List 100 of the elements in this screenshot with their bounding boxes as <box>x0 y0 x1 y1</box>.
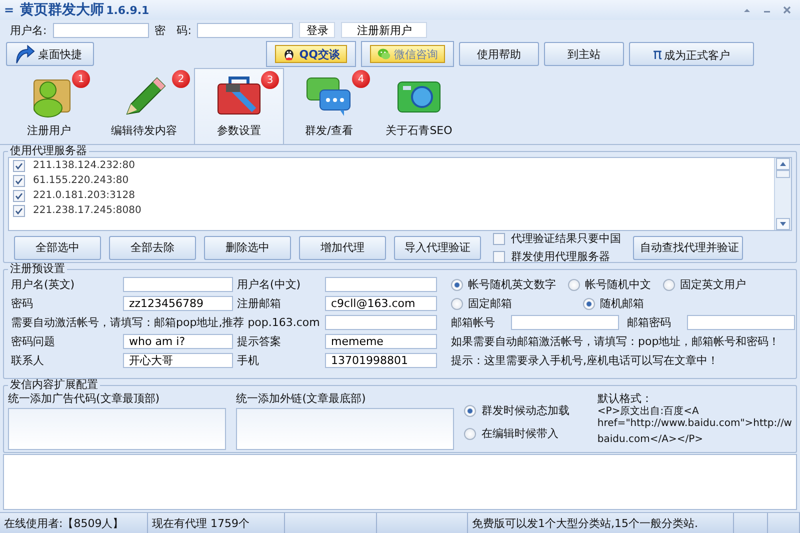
field-label: 密码问题 <box>11 334 56 349</box>
tab[interactable]: 3 参数设置 <box>194 68 284 144</box>
radio-label: 帐号随机中文 <box>585 277 651 292</box>
badge: 3 <box>261 71 279 89</box>
login-button[interactable]: 登录 <box>299 22 336 38</box>
group-title: 发信内容扩展配置 <box>9 379 99 391</box>
desktop-shortcut-button[interactable]: 桌面快捷 <box>6 42 94 66</box>
input-field[interactable]: c9cll@163.com <box>325 296 437 311</box>
tab[interactable]: 4 群发/查看 <box>284 68 374 144</box>
close-icon[interactable] <box>782 5 792 15</box>
username-label: 用户名: <box>10 22 47 38</box>
become-customer-button[interactable]: π 成为正式客户 <box>629 42 754 66</box>
hint-text: 如果需要自动邮箱激活帐号，请填写：pop地址，邮箱帐号和密码！ <box>451 334 780 349</box>
tab[interactable]: 1 注册用户 <box>4 68 94 144</box>
scrollbar[interactable] <box>774 158 791 230</box>
field-label: 注册邮箱 <box>237 296 282 311</box>
input-field[interactable] <box>325 277 437 292</box>
radio-label: 群发时候动态加载 <box>481 403 570 418</box>
field-label: 用户名(中文) <box>237 277 302 292</box>
username-field[interactable] <box>52 22 149 38</box>
hint-text: 提示：这里需要录入手机号,座机电话可以写在文章中！ <box>451 353 718 368</box>
input-field[interactable]: 13701998801 <box>325 353 437 368</box>
scroll-down-icon[interactable] <box>776 218 790 230</box>
field-label: 用户名(英文) <box>11 277 76 292</box>
radio-label: 随机邮箱 <box>600 296 644 311</box>
pi-icon: π <box>652 45 662 63</box>
proxy-address: 221.238.17.245:8080 <box>33 205 142 216</box>
radio-label: 固定邮箱 <box>468 296 512 311</box>
menu-glyph[interactable]: = <box>4 3 14 17</box>
radio-button[interactable] <box>451 298 463 310</box>
tab[interactable]: 关于石青SEO <box>374 68 464 144</box>
proxy-address: 221.0.181.203:3128 <box>33 190 135 201</box>
tab[interactable]: 2 编辑待发内容 <box>94 68 194 144</box>
curved-arrow-icon <box>13 43 35 65</box>
password-label: 密 码: <box>154 22 192 38</box>
scroll-thumb[interactable] <box>776 170 790 178</box>
checkbox[interactable] <box>493 250 505 262</box>
password-field[interactable] <box>197 22 294 38</box>
input-field[interactable] <box>325 315 437 330</box>
input-field[interactable] <box>123 277 233 292</box>
radio-button[interactable] <box>451 278 463 290</box>
field-label: 联系人 <box>11 353 45 368</box>
field-label: 邮箱密码 <box>627 315 672 330</box>
checkbox[interactable] <box>493 232 505 244</box>
status-text: 免费版可以发1个大型分类站,15个一般分类站. <box>468 513 734 533</box>
main-site-button[interactable]: 到主站 <box>544 42 624 66</box>
input-field[interactable]: 开心大哥 <box>123 353 233 368</box>
field-label: 提示答案 <box>237 334 282 349</box>
checkbox-label: 群发使用代理服务器 <box>511 249 610 264</box>
proxy-action-button[interactable]: 删除选中 <box>204 236 291 260</box>
checkbox-label: 代理验证结果只要中国 <box>511 231 621 246</box>
proxy-action-button[interactable]: 全部去除 <box>109 236 196 260</box>
radio-button[interactable] <box>568 278 580 290</box>
field-label: 需要自动激活帐号，请填写：邮箱pop地址,推荐 pop.163.com <box>11 315 321 330</box>
input-field[interactable]: who am i? <box>123 334 233 349</box>
field-label: 统一添加广告代码(文章最顶部) <box>8 391 161 406</box>
proxy-action-button[interactable]: 增加代理 <box>299 236 386 260</box>
qq-chat-button[interactable]: QQ交谈 <box>275 45 347 63</box>
status-text: 在线使用者:【8509人】 <box>0 513 148 533</box>
checkbox[interactable] <box>13 204 25 216</box>
group-title: 注册预设置 <box>9 263 66 275</box>
proxy-action-button[interactable]: 全部选中 <box>14 236 101 260</box>
input-field[interactable] <box>687 315 795 330</box>
help-button[interactable]: 使用帮助 <box>459 42 539 66</box>
badge: 1 <box>72 70 90 88</box>
field-label: 手机 <box>237 353 260 368</box>
field-label: 统一添加外链(文章最底部) <box>236 391 367 406</box>
proxy-address: 61.155.220.243:80 <box>33 175 129 186</box>
checkbox[interactable] <box>13 160 25 172</box>
proxy-address: 211.138.124.232:80 <box>33 160 135 171</box>
radio-button[interactable] <box>583 298 595 310</box>
scroll-up-icon[interactable] <box>776 158 790 170</box>
chat-bubble-icon <box>377 47 391 61</box>
log-area[interactable] <box>3 454 797 510</box>
status-text: 现在有代理 1759个 <box>148 513 285 533</box>
badge: 4 <box>352 70 370 88</box>
format-line: baidu.com</A></P> <box>597 434 704 446</box>
format-line: <P>原文出自:百度<A <box>597 406 700 418</box>
input-field[interactable]: mememe <box>325 334 437 349</box>
ad-code-field[interactable] <box>8 408 226 450</box>
register-button[interactable]: 注册新用户 <box>341 22 428 38</box>
field-label: 密码 <box>11 296 34 311</box>
radio-button[interactable] <box>464 404 476 416</box>
radio-label: 帐号随机英文数字 <box>468 277 556 292</box>
checkbox[interactable] <box>13 174 25 186</box>
radio-label: 在编辑时候带入 <box>481 426 558 441</box>
format-title: 默认格式： <box>597 391 654 406</box>
field-label: 邮箱帐号 <box>451 315 496 330</box>
checkbox[interactable] <box>13 190 25 202</box>
format-line: href="http://www.baidu.com">http://w <box>597 418 792 430</box>
version-text: 1.6.9.1 <box>106 4 150 16</box>
input-field[interactable] <box>511 315 619 330</box>
badge: 2 <box>172 70 190 88</box>
proxy-action-button[interactable]: 导入代理验证 <box>394 236 481 260</box>
radio-button[interactable] <box>464 428 476 440</box>
auto-find-proxy-button[interactable]: 自动查找代理并验证 <box>633 236 743 260</box>
radio-button[interactable] <box>663 278 675 290</box>
input-field[interactable]: zz123456789 <box>123 296 233 311</box>
window-title: 黄页群发大师 <box>20 1 104 19</box>
external-link-field[interactable] <box>236 408 454 450</box>
